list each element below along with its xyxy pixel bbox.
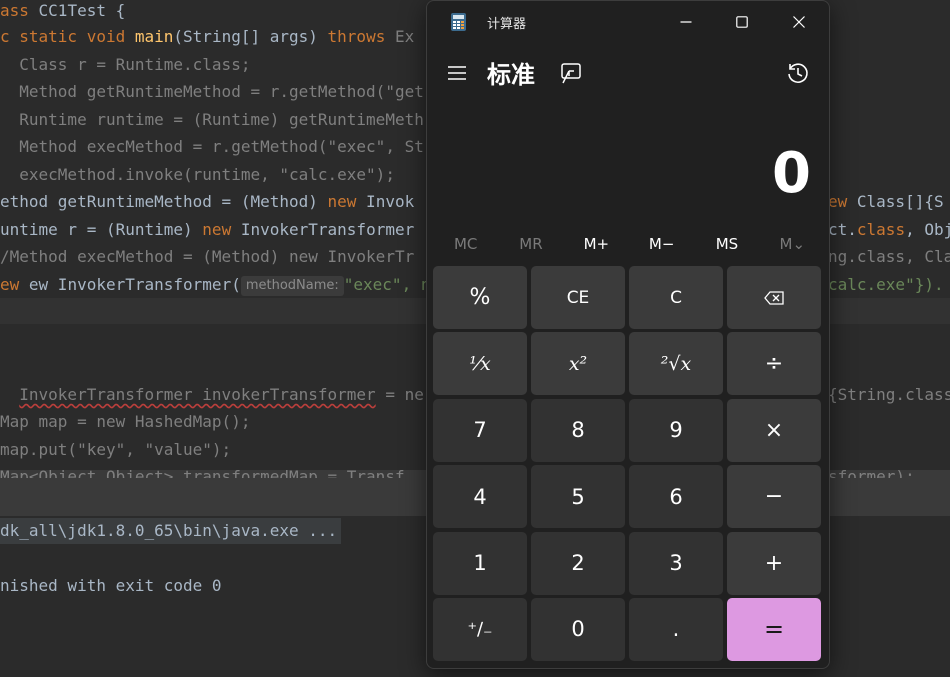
- code-fragment: ct.class, Obj: [828, 220, 950, 239]
- code-line: Method getRuntimeMethod = r.getMethod("g…: [0, 82, 424, 101]
- code-line: execMethod.invoke(runtime, "calc.exe");: [0, 165, 395, 184]
- memory-subtract-button[interactable]: M−: [629, 227, 694, 261]
- code-fragment: sformer);: [828, 467, 915, 478]
- hamburger-icon: [448, 66, 466, 80]
- digit-7-button[interactable]: 7: [433, 398, 527, 462]
- code-line: ethod getRuntimeMethod = (Method) new In…: [0, 192, 415, 211]
- console-java-path[interactable]: dk_all\jdk1.8.0_65\bin\java.exe ...: [0, 518, 342, 544]
- title-bar[interactable]: 计算器: [427, 1, 829, 43]
- square-root-label: ²√𝑥: [660, 352, 692, 375]
- square-label: 𝑥²: [568, 352, 588, 375]
- digit-4-button[interactable]: 4: [433, 465, 527, 529]
- digit-1-button[interactable]: 1: [433, 531, 527, 595]
- code-line: map.put("key", "value");: [0, 440, 232, 459]
- reciprocal-label: ¹⁄𝑥: [469, 352, 491, 375]
- digit-3-button[interactable]: 3: [629, 531, 723, 595]
- reciprocal-button[interactable]: ¹⁄𝑥: [433, 332, 527, 396]
- minimize-button[interactable]: [658, 1, 714, 43]
- maximize-icon: [736, 16, 748, 28]
- code-fragment: {String.class: [828, 385, 950, 404]
- clear-button[interactable]: C: [629, 266, 723, 329]
- memory-recall-button[interactable]: MR: [498, 227, 563, 261]
- code-line: Method execMethod = r.getMethod("exec", …: [0, 137, 424, 156]
- code-line: c static void main(String[] args) throws…: [0, 27, 415, 46]
- history-icon: [788, 63, 808, 83]
- memory-clear-button[interactable]: MC: [433, 227, 498, 261]
- keep-on-top-icon: [561, 63, 581, 84]
- equals-button[interactable]: =: [727, 597, 821, 661]
- calculator-header: 标准: [427, 49, 829, 97]
- code-line: InvokerTransformer invokerTransformer = …: [19, 385, 424, 404]
- square-root-button[interactable]: ²√𝑥: [629, 332, 723, 396]
- code-fragment: calc.exe"}).: [828, 275, 944, 294]
- code-fragment: ng.class, Cla: [828, 247, 950, 266]
- add-button[interactable]: +: [727, 531, 821, 595]
- backspace-button[interactable]: [727, 266, 821, 329]
- clear-entry-button[interactable]: CE: [531, 266, 625, 329]
- code-line: ew ew InvokerTransformer(methodName: "exe…: [0, 275, 431, 296]
- digit-8-button[interactable]: 8: [531, 398, 625, 462]
- square-button[interactable]: 𝑥²: [531, 332, 625, 396]
- digit-5-button[interactable]: 5: [531, 465, 625, 529]
- maximize-button[interactable]: [714, 1, 770, 43]
- console-exit-message: nished with exit code 0: [0, 576, 222, 595]
- percent-button[interactable]: %: [433, 266, 527, 329]
- code-fragment: ew Class[]{S: [828, 192, 944, 211]
- keep-on-top-button[interactable]: [559, 61, 583, 85]
- code-line: Map<Object,Object> transformedMap = Tran…: [0, 467, 405, 478]
- code-line: Map map = new HashedMap();: [0, 412, 251, 431]
- negate-button[interactable]: ⁺∕₋: [433, 597, 527, 661]
- code-text: ew InvokerTransformer(: [28, 275, 241, 294]
- backspace-icon: [764, 290, 784, 305]
- memory-add-button[interactable]: M+: [564, 227, 629, 261]
- memory-row: MC MR M+ M− MS M⌄: [433, 227, 825, 261]
- keypad: % CE C ¹⁄𝑥 𝑥² ²√𝑥 ÷ 7 8 9 × 4 5 6 − 1 2 …: [433, 266, 825, 661]
- minimize-icon: [680, 21, 692, 23]
- navigation-menu-button[interactable]: [445, 61, 469, 85]
- code-line: ass CC1Test {: [0, 1, 126, 20]
- close-icon: [793, 16, 805, 28]
- digit-2-button[interactable]: 2: [531, 531, 625, 595]
- code-line: Runtime runtime = (Runtime) getRuntimeMe…: [0, 110, 424, 129]
- param-hint: methodName:: [240, 276, 344, 296]
- multiply-button[interactable]: ×: [727, 398, 821, 462]
- calculator-window: 计算器 标准 0 MC MR M+ M− MS M⌄ % CE C ¹⁄𝑥 𝑥²…: [426, 0, 830, 669]
- digit-0-button[interactable]: 0: [531, 597, 625, 661]
- divide-button[interactable]: ÷: [727, 332, 821, 396]
- decimal-button[interactable]: .: [629, 597, 723, 661]
- window-title: 计算器: [487, 17, 527, 32]
- history-button[interactable]: [785, 60, 811, 86]
- memory-list-button[interactable]: M⌄: [760, 227, 825, 261]
- digit-9-button[interactable]: 9: [629, 398, 723, 462]
- mode-title: 标准: [487, 61, 535, 89]
- calculator-app-icon: [451, 13, 466, 31]
- memory-store-button[interactable]: MS: [694, 227, 759, 261]
- code-string: "exec", n: [343, 275, 431, 294]
- digit-6-button[interactable]: 6: [629, 465, 723, 529]
- code-line: untime r = (Runtime) new InvokerTransfor…: [0, 220, 415, 239]
- code-line: /Method execMethod = (Method) new Invoke…: [0, 247, 415, 266]
- code-line: Class r = Runtime.class;: [0, 55, 251, 74]
- subtract-button[interactable]: −: [727, 465, 821, 529]
- close-button[interactable]: [771, 1, 827, 43]
- result-display: 0: [772, 141, 811, 206]
